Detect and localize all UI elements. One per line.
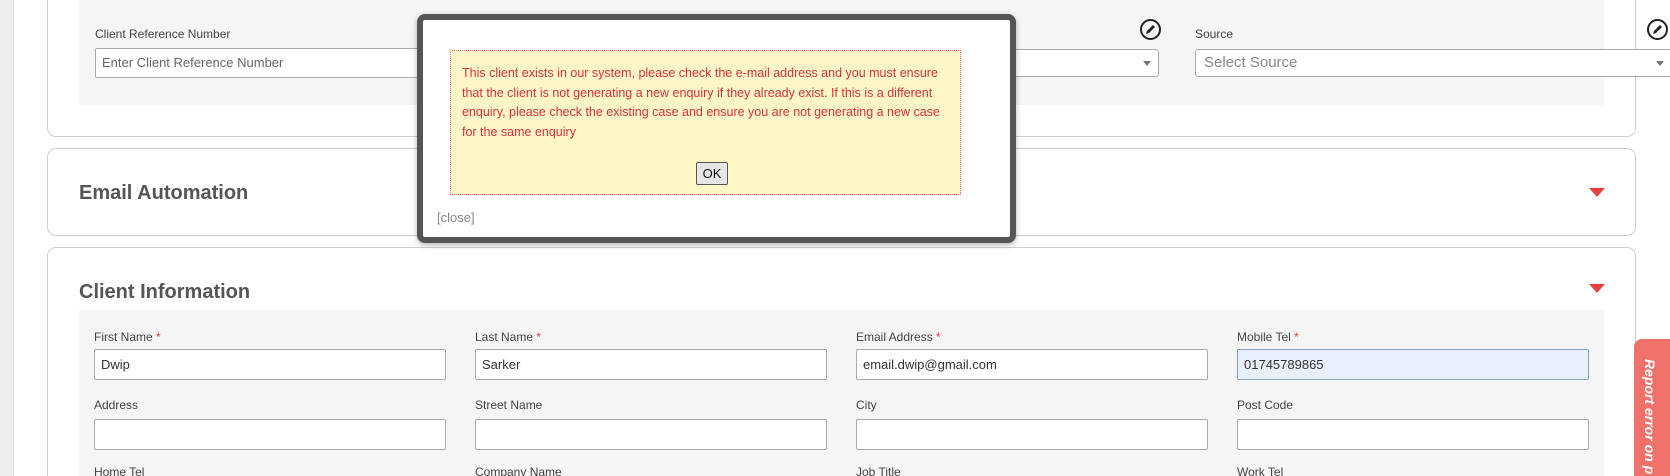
chevron-down-icon bbox=[1656, 61, 1664, 66]
home-tel-label: Home Tel bbox=[94, 465, 145, 476]
job-title-label: Job Title bbox=[856, 465, 901, 476]
street-name-input[interactable] bbox=[475, 419, 827, 450]
first-name-input[interactable]: Dwip bbox=[94, 349, 446, 380]
caret-down-icon[interactable] bbox=[1589, 284, 1605, 293]
post-code-input[interactable] bbox=[1237, 419, 1589, 450]
city-input[interactable] bbox=[856, 419, 1208, 450]
client-information-title: Client Information bbox=[79, 281, 251, 303]
client-fields-area: First Name * Dwip Last Name * Sarker Ema… bbox=[79, 310, 1604, 476]
client-ref-input[interactable]: Enter Client Reference Number bbox=[95, 48, 455, 78]
warning-alert-box: This client exists in our system, please… bbox=[450, 50, 961, 195]
source-select[interactable]: Select Source bbox=[1195, 49, 1670, 77]
last-name-label: Last Name * bbox=[475, 330, 542, 344]
chevron-down-icon bbox=[1143, 61, 1151, 66]
duplicate-client-modal: This client exists in our system, please… bbox=[417, 14, 1016, 243]
email-automation-title: Email Automation bbox=[79, 182, 249, 204]
post-code-label: Post Code bbox=[1237, 398, 1294, 412]
report-error-tab[interactable]: Report error on p bbox=[1634, 339, 1670, 476]
source-label: Source bbox=[1195, 27, 1234, 41]
city-label: City bbox=[856, 398, 877, 412]
close-link[interactable]: [close] bbox=[437, 210, 475, 225]
client-ref-label: Client Reference Number bbox=[95, 27, 231, 41]
mobile-tel-label: Mobile Tel * bbox=[1237, 330, 1299, 344]
report-error-label: Report error on p bbox=[1642, 359, 1658, 475]
client-information-panel: Client Information First Name * Dwip Las… bbox=[47, 247, 1636, 476]
pencil-circle-icon[interactable] bbox=[1140, 19, 1161, 40]
caret-down-icon[interactable] bbox=[1589, 188, 1605, 197]
ok-button[interactable]: OK bbox=[696, 162, 728, 185]
address-input[interactable] bbox=[94, 419, 446, 450]
email-input[interactable]: email.dwip@gmail.com bbox=[856, 349, 1208, 380]
first-name-label: First Name * bbox=[94, 330, 161, 344]
email-label: Email Address * bbox=[856, 330, 941, 344]
street-name-label: Street Name bbox=[475, 398, 543, 412]
source-placeholder: Select Source bbox=[1204, 54, 1298, 71]
company-name-label: Company Name bbox=[475, 465, 562, 476]
work-tel-label: Work Tel bbox=[1237, 465, 1284, 476]
warning-message: This client exists in our system, please… bbox=[462, 66, 940, 139]
pencil-circle-icon[interactable] bbox=[1647, 19, 1668, 40]
last-name-input[interactable]: Sarker bbox=[475, 349, 827, 380]
mobile-tel-input[interactable]: 01745789865 bbox=[1237, 349, 1589, 380]
address-label: Address bbox=[94, 398, 139, 412]
left-sidebar-edge bbox=[0, 0, 14, 476]
